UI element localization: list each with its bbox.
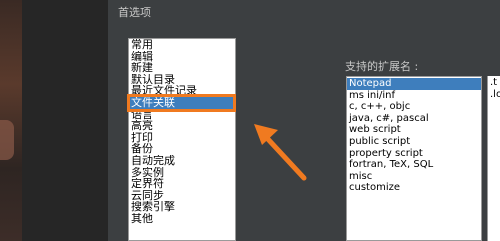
- extension-group-item[interactable]: Notepad: [347, 78, 481, 90]
- extension-group-item[interactable]: public script: [347, 136, 481, 148]
- side-pane: [22, 0, 108, 241]
- extension-group-item[interactable]: fortran, TeX, SQL: [347, 159, 481, 171]
- extension-group-item[interactable]: web script: [347, 124, 481, 136]
- extension-group-item[interactable]: ms ini/inf: [347, 90, 481, 102]
- extension-group-item[interactable]: java, c#, pascal: [347, 113, 481, 125]
- extension-group-item[interactable]: property script: [347, 148, 481, 160]
- extension-group-list[interactable]: Notepad ms ini/inf c, c++, objc java, c#, p…: [346, 76, 482, 241]
- extensions-label: 支持的扩展名 :: [345, 60, 419, 73]
- background-photo: [0, 120, 14, 160]
- background-photo-strip: [0, 0, 22, 241]
- extension-group-item[interactable]: customize: [347, 182, 481, 194]
- extension-group-item[interactable]: misc: [347, 171, 481, 183]
- preferences-dialog: 首选项 常用 编辑 新建 默认目录 最近文件记录 文件关联 语言 高亮 打印 备份 自动完成 多实例定…: [108, 0, 500, 241]
- registered-extension-item[interactable]: .lo: [488, 89, 500, 101]
- registered-extension-item[interactable]: .t: [488, 77, 500, 89]
- extension-group-item[interactable]: c, c++, objc: [347, 101, 481, 113]
- registered-extension-list[interactable]: .t.lo: [487, 76, 500, 241]
